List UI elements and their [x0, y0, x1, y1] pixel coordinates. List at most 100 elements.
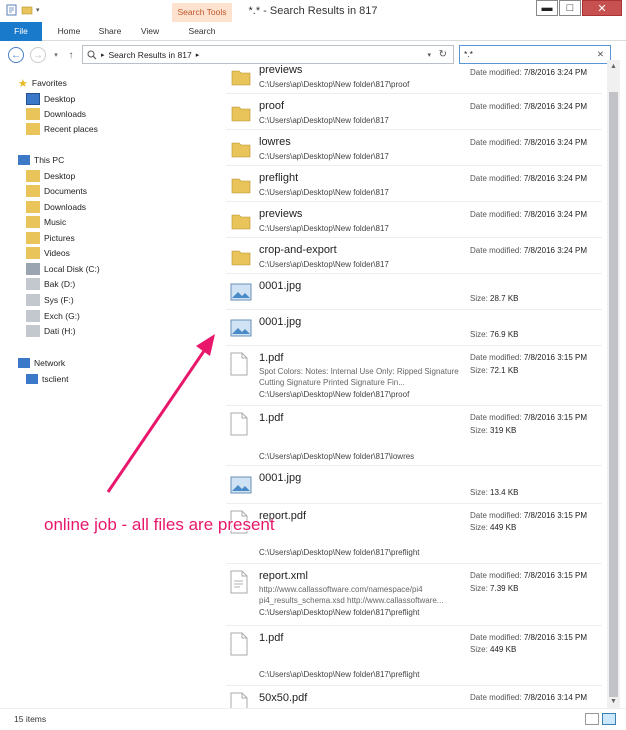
- nav-fav-desktop[interactable]: Desktop: [26, 92, 75, 106]
- list-item[interactable]: 1.pdf Spot Colors: Notes: Internal Use O…: [226, 346, 602, 406]
- tab-search[interactable]: Search: [172, 22, 232, 41]
- file-path: C:\Users\ap\Desktop\New folder\817: [259, 152, 389, 161]
- nav-pc-music[interactable]: Music: [26, 215, 66, 229]
- nav-pc-sys-f[interactable]: Sys (F:): [26, 293, 74, 307]
- refresh-icon[interactable]: ↻: [439, 49, 447, 60]
- file-name: 0001.jpg: [259, 280, 302, 292]
- list-item[interactable]: report.pdf C:\Users\ap\Desktop\New folde…: [226, 504, 602, 564]
- pictures-icon: [26, 232, 40, 244]
- minimize-button[interactable]: ▬: [536, 0, 558, 16]
- nav-network[interactable]: Network: [18, 356, 65, 370]
- nav-pc-documents-label: Documents: [44, 186, 87, 196]
- file-name: 1.pdf: [259, 352, 284, 364]
- size-value: 449 KB: [490, 523, 517, 532]
- nav-net-tsclient[interactable]: tsclient: [26, 372, 68, 386]
- nav-pc-downloads[interactable]: Downloads: [26, 200, 86, 214]
- vertical-scrollbar[interactable]: ▲ ▼: [607, 60, 620, 708]
- list-item[interactable]: 50x50.pdf Date modified: 7/8/2016 3:14 P…: [226, 686, 602, 708]
- date-label: Date modified:: [470, 571, 522, 580]
- file-path: C:\Users\ap\Desktop\New folder\817\prefl…: [259, 548, 420, 557]
- file-name: crop-and-export: [259, 244, 337, 256]
- nav-fav-downloads-label: Downloads: [44, 109, 87, 119]
- tab-file[interactable]: File: [0, 22, 42, 41]
- file-name: lowres: [259, 136, 291, 148]
- document-icon: [230, 412, 248, 436]
- date-value: 7/8/2016 3:15 PM: [523, 571, 587, 580]
- nav-pc-bak-d[interactable]: Bak (D:): [26, 277, 75, 291]
- search-input-value: *.*: [464, 49, 473, 59]
- search-icon: [87, 50, 97, 59]
- nav-pc-documents[interactable]: Documents: [26, 184, 87, 198]
- back-button[interactable]: ←: [8, 47, 24, 63]
- close-button[interactable]: ✕: [582, 0, 622, 16]
- nav-pc-local-disk-c[interactable]: Local Disk (C:): [26, 262, 100, 276]
- list-item[interactable]: preflight C:\Users\ap\Desktop\New folder…: [226, 166, 602, 202]
- list-item[interactable]: 1.pdf C:\Users\ap\Desktop\New folder\817…: [226, 406, 602, 466]
- date-value: 7/8/2016 3:24 PM: [523, 102, 587, 111]
- list-item[interactable]: previews C:\Users\ap\Desktop\New folder\…: [226, 202, 602, 238]
- file-name: 1.pdf: [259, 632, 284, 644]
- date-label: Date modified:: [470, 693, 522, 702]
- list-item[interactable]: previews C:\Users\ap\Desktop\New folder\…: [226, 60, 602, 94]
- nav-pc-desktop[interactable]: Desktop: [26, 169, 75, 183]
- forward-button[interactable]: →: [30, 47, 46, 63]
- scroll-up-icon[interactable]: ▲: [607, 60, 620, 73]
- nav-pc-bak-d-label: Bak (D:): [44, 279, 76, 289]
- nav-pc-exch-g[interactable]: Exch (G:): [26, 309, 80, 323]
- drive-icon: [26, 310, 40, 322]
- file-path: C:\Users\ap\Desktop\New folder\817\proof: [259, 80, 410, 89]
- nav-pc-videos[interactable]: Videos: [26, 246, 70, 260]
- star-icon: ★: [18, 77, 28, 90]
- nav-this-pc[interactable]: This PC: [18, 153, 64, 167]
- file-path: C:\Users\ap\Desktop\New folder\817\prefl…: [259, 670, 420, 679]
- folder-icon: [231, 70, 251, 86]
- folder-icon: [231, 178, 251, 194]
- list-item[interactable]: proof C:\Users\ap\Desktop\New folder\817…: [226, 94, 602, 130]
- date-value: 7/8/2016 3:24 PM: [523, 68, 587, 77]
- nav-pc-desktop-label: Desktop: [44, 171, 76, 181]
- file-path: C:\Users\ap\Desktop\New folder\817: [259, 260, 389, 269]
- file-description: http://www.callassoftware.com/namespace/…: [259, 585, 444, 605]
- breadcrumb[interactable]: Search Results in 817: [109, 50, 192, 60]
- tab-view[interactable]: View: [132, 22, 168, 41]
- nav-pc-downloads-label: Downloads: [44, 202, 87, 212]
- scrollbar-thumb[interactable]: [609, 92, 618, 697]
- tab-home[interactable]: Home: [48, 22, 90, 41]
- list-item[interactable]: 1.pdf C:\Users\ap\Desktop\New folder\817…: [226, 626, 602, 686]
- up-button[interactable]: ↑: [64, 47, 78, 63]
- size-label: Size:: [470, 426, 488, 435]
- size-label: Size:: [470, 366, 488, 375]
- date-label: Date modified:: [470, 138, 522, 147]
- document-icon: [230, 632, 248, 656]
- date-value: 7/8/2016 3:15 PM: [523, 633, 587, 642]
- breadcrumb-chevron-icon: ▸: [195, 51, 200, 59]
- tab-share[interactable]: Share: [90, 22, 130, 41]
- file-path: C:\Users\ap\Desktop\New folder\817\prefl…: [259, 608, 420, 617]
- address-dropdown-icon[interactable]: ▾: [427, 51, 431, 59]
- list-item[interactable]: 0001.jpg Size: 13.4 KB: [226, 466, 602, 504]
- nav-pc-pictures[interactable]: Pictures: [26, 231, 75, 245]
- nav-fav-recent[interactable]: Recent places: [26, 122, 98, 136]
- date-label: Date modified:: [470, 210, 522, 219]
- date-value: 7/8/2016 3:24 PM: [523, 210, 587, 219]
- recent-places-icon: [26, 123, 40, 135]
- details-view-icon[interactable]: [585, 713, 599, 725]
- list-item[interactable]: lowres C:\Users\ap\Desktop\New folder\81…: [226, 130, 602, 166]
- list-item[interactable]: crop-and-export C:\Users\ap\Desktop\New …: [226, 238, 602, 274]
- nav-pc-dati-h-label: Dati (H:): [44, 326, 76, 336]
- up-arrow-icon: ↑: [68, 49, 74, 61]
- nav-fav-downloads[interactable]: Downloads: [26, 107, 86, 121]
- nav-pc-dati-h[interactable]: Dati (H:): [26, 324, 76, 338]
- search-results-list: previews C:\Users\ap\Desktop\New folder\…: [226, 60, 606, 708]
- size-label: Size:: [470, 330, 488, 339]
- recent-locations-button[interactable]: ▾: [51, 47, 61, 63]
- list-item[interactable]: report.xml http://www.callassoftware.com…: [226, 564, 602, 626]
- size-value: 28.7 KB: [490, 294, 519, 303]
- scroll-down-icon[interactable]: ▼: [607, 695, 620, 708]
- maximize-button[interactable]: □: [559, 0, 581, 16]
- size-value: 7.39 KB: [490, 584, 519, 593]
- nav-favorites[interactable]: ★ Favorites: [18, 76, 67, 90]
- large-icons-view-icon[interactable]: [602, 713, 616, 725]
- list-item[interactable]: 0001.jpg Size: 28.7 KB: [226, 274, 602, 310]
- list-item[interactable]: 0001.jpg Size: 76.9 KB: [226, 310, 602, 346]
